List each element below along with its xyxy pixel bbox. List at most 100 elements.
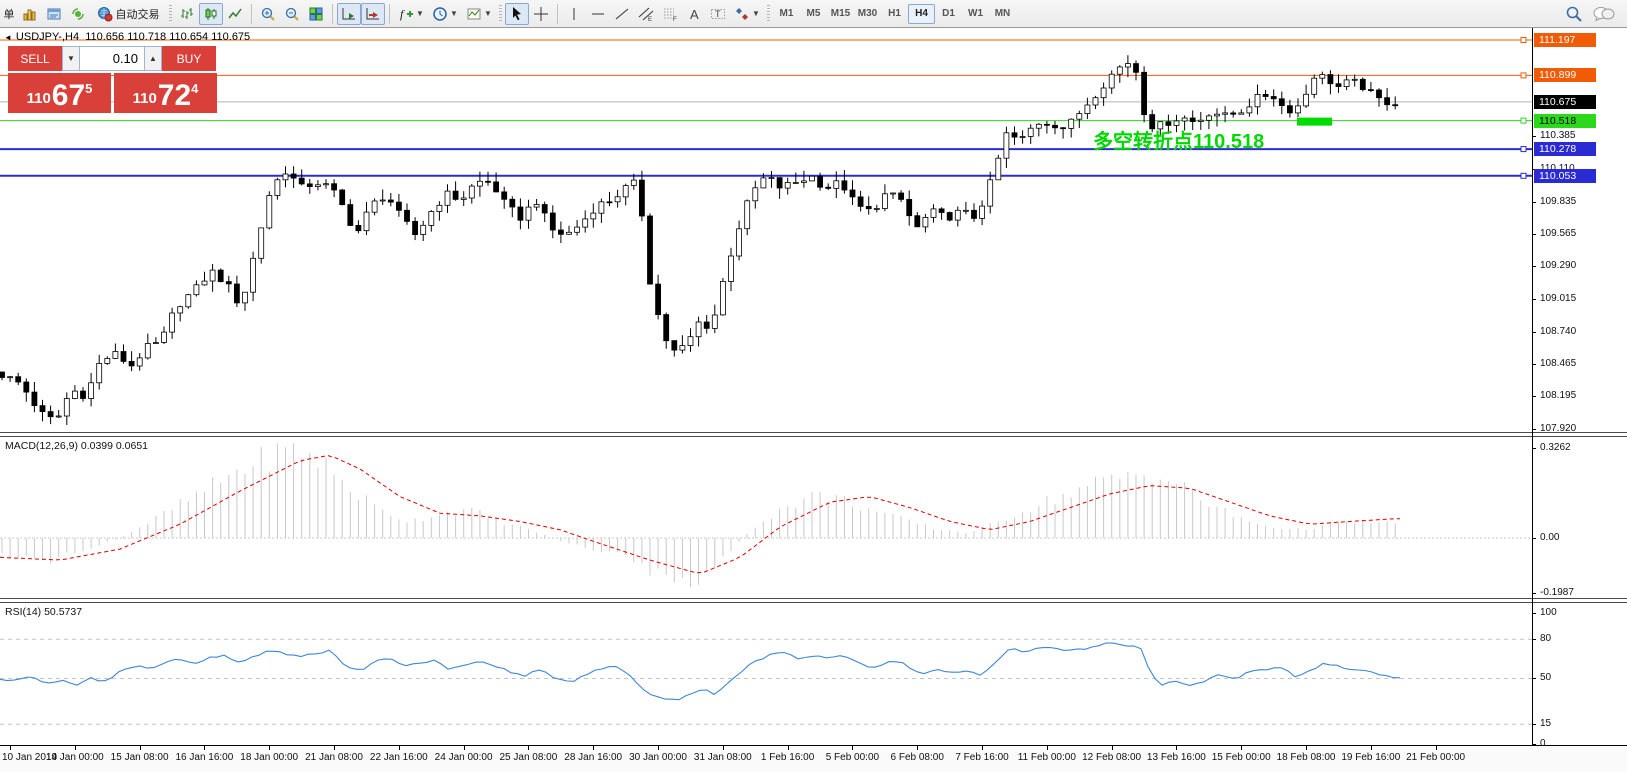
crosshair-button[interactable] bbox=[529, 3, 553, 25]
axis-tick-mark bbox=[1532, 612, 1536, 614]
xaxis-label: 21 Feb 00:00 bbox=[1406, 752, 1466, 763]
xaxis-label: 5 Feb 00:00 bbox=[825, 752, 880, 763]
volume-increase-button[interactable]: ▲ bbox=[144, 46, 162, 71]
time-tick-mark bbox=[917, 746, 919, 750]
macd-label: MACD(12,26,9) 0.0399 0.0651 bbox=[5, 440, 149, 452]
candlestick-button[interactable] bbox=[199, 2, 223, 25]
new-order-button[interactable]: 单 bbox=[0, 3, 18, 25]
macd-tick-label: 0.3262 bbox=[1540, 441, 1571, 453]
timeframe-button-MN[interactable]: MN bbox=[989, 4, 1016, 24]
buy-button[interactable]: BUY bbox=[162, 46, 216, 71]
new-order-label: 单 bbox=[3, 8, 15, 21]
axis-tick-mark bbox=[1532, 331, 1536, 333]
timeframe-button-D1[interactable]: D1 bbox=[935, 4, 962, 24]
periods-clock-icon bbox=[433, 6, 447, 21]
svg-text:T: T bbox=[715, 9, 721, 19]
autotrading-label: 自动交易 bbox=[115, 8, 160, 21]
timeframe-button-M1[interactable]: M1 bbox=[773, 4, 800, 24]
terminal-button[interactable] bbox=[66, 3, 90, 25]
horizontal-line-button[interactable] bbox=[586, 3, 610, 25]
toolbar-separator bbox=[557, 3, 558, 24]
arrows-shapes-icon bbox=[736, 7, 749, 20]
zoom-out-button[interactable] bbox=[280, 3, 304, 25]
sell-price-small: 110 bbox=[26, 90, 51, 107]
price-tick-label: 108.465 bbox=[1540, 358, 1577, 370]
toolbar-drag-handle bbox=[767, 4, 770, 23]
chevron-down-icon: ▼ bbox=[450, 9, 458, 18]
navigator-button[interactable] bbox=[42, 3, 66, 25]
time-tick-mark bbox=[139, 746, 141, 750]
volume-decrease-button[interactable]: ▼ bbox=[62, 46, 80, 71]
trendline-icon bbox=[615, 8, 629, 19]
tile-windows-button[interactable] bbox=[304, 3, 328, 25]
buy-price-box[interactable]: 110 72 4 bbox=[114, 73, 217, 113]
timeframe-button-H4[interactable]: H4 bbox=[908, 3, 935, 24]
xaxis-label: 13 Feb 16:00 bbox=[1146, 752, 1206, 763]
chart-shift-button[interactable] bbox=[361, 2, 385, 25]
axis-tick-mark bbox=[1532, 447, 1536, 449]
vertical-line-button[interactable] bbox=[562, 3, 586, 25]
time-tick-mark bbox=[1306, 746, 1307, 750]
axis-tick-mark bbox=[1532, 201, 1536, 203]
autoscroll-icon bbox=[342, 7, 355, 19]
time-tick-mark bbox=[398, 746, 400, 750]
fibonacci-button[interactable]: F bbox=[658, 3, 682, 25]
time-tick-mark bbox=[74, 746, 76, 750]
autoscroll-button[interactable] bbox=[337, 2, 361, 25]
channel-button[interactable]: E bbox=[634, 3, 658, 25]
axis-tick-mark bbox=[1532, 428, 1536, 430]
zoom-in-button[interactable] bbox=[256, 3, 280, 25]
xaxis-label: 18 Feb 08:00 bbox=[1276, 752, 1336, 763]
line-chart-icon bbox=[228, 8, 242, 18]
price-tick-label: 109.835 bbox=[1540, 195, 1577, 207]
one-click-trading-panel: SELL ▼ ▲ BUY 110 67 5 110 72 4 bbox=[8, 46, 220, 113]
axis-tick-mark bbox=[1532, 639, 1536, 641]
indicators-button[interactable]: f ▼ bbox=[394, 3, 428, 25]
xaxis-label: 11 Feb 00:00 bbox=[1017, 752, 1076, 763]
macd-chart bbox=[0, 443, 1532, 587]
templates-button[interactable]: ▼ bbox=[462, 3, 496, 25]
price-scale[interactable]: 110.385110.110109.835109.565109.290109.0… bbox=[1532, 0, 1627, 772]
xaxis-label: 14 Jan 00:00 bbox=[45, 752, 104, 763]
timeframe-button-H1[interactable]: H1 bbox=[881, 4, 908, 24]
buy-price-sup: 4 bbox=[191, 81, 199, 96]
price-level-badge: 110.899 bbox=[1534, 68, 1596, 83]
candlestick-icon bbox=[205, 7, 217, 20]
timeframe-button-M5[interactable]: M5 bbox=[800, 4, 827, 24]
label-button[interactable]: T bbox=[706, 3, 730, 25]
collapse-triangle-icon[interactable]: ◄ bbox=[4, 33, 12, 42]
periods-button[interactable]: ▼ bbox=[428, 3, 462, 25]
timeframe-button-W1[interactable]: W1 bbox=[962, 4, 989, 24]
price-tick-label: 109.290 bbox=[1540, 260, 1577, 272]
xaxis-label: 1 Feb 16:00 bbox=[760, 752, 815, 763]
cursor-button[interactable] bbox=[505, 2, 529, 25]
chevron-down-icon: ▼ bbox=[484, 9, 492, 18]
trendline-button[interactable] bbox=[610, 3, 634, 25]
volume-input[interactable] bbox=[80, 46, 144, 71]
arrows-button[interactable]: ▼ bbox=[730, 3, 764, 25]
autotrading-button[interactable]: 自动交易 bbox=[90, 3, 166, 25]
market-watch-button[interactable] bbox=[18, 3, 42, 25]
price-level-badge: 110.053 bbox=[1534, 168, 1596, 183]
axis-tick-mark bbox=[1532, 743, 1536, 745]
axis-tick-mark bbox=[1532, 538, 1536, 540]
terminal-icon bbox=[72, 7, 84, 20]
sell-button[interactable]: SELL bbox=[8, 46, 62, 71]
axis-tick-mark bbox=[1532, 266, 1536, 268]
time-axis[interactable]: 10 Jan 2019 14 Jan 00:00 15 Jan 08:00 16 Ja… bbox=[0, 745, 1627, 772]
timeframe-button-M15[interactable]: M15 bbox=[827, 4, 854, 24]
price-level-badge: 111.197 bbox=[1534, 32, 1596, 47]
text-button[interactable]: A bbox=[682, 3, 706, 25]
line-chart-button[interactable] bbox=[223, 3, 247, 25]
timeframe-button-M30[interactable]: M30 bbox=[854, 4, 881, 24]
chart-title-ohlc: 110.656 110.718 110.654 110.675 bbox=[85, 31, 251, 43]
price-level-badge: 110.278 bbox=[1534, 142, 1596, 157]
svg-text:f: f bbox=[400, 7, 405, 21]
price-tick-label: 110.385 bbox=[1540, 130, 1576, 142]
bar-chart-button[interactable] bbox=[175, 3, 199, 25]
xaxis-label: 28 Jan 16:00 bbox=[564, 752, 623, 763]
sell-price-box[interactable]: 110 67 5 bbox=[8, 73, 111, 113]
svg-text:A: A bbox=[690, 7, 699, 22]
toolbar-drag-handle bbox=[169, 4, 172, 23]
time-tick-mark bbox=[10, 746, 11, 750]
